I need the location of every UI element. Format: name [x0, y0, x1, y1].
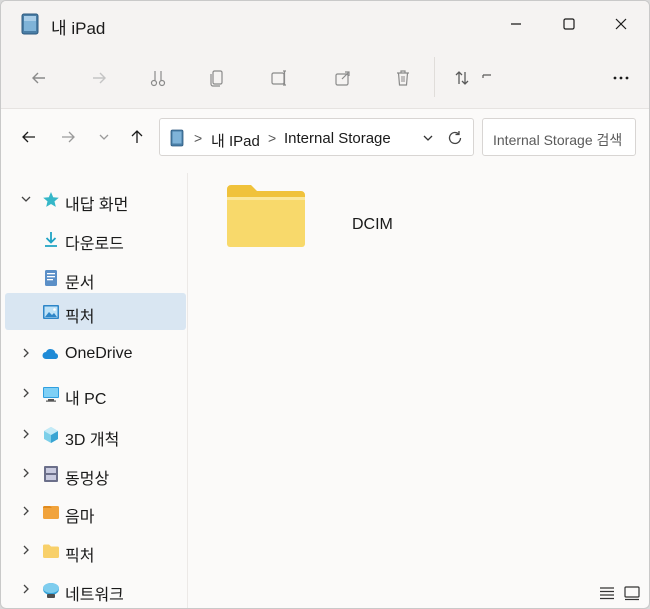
- back-button[interactable]: [21, 61, 57, 95]
- sidebar-item[interactable]: 내답 화먼: [5, 181, 186, 218]
- sidebar-item[interactable]: 동멍상: [5, 455, 186, 492]
- back-arrow-icon: [22, 131, 35, 143]
- chevron-right-icon: >: [194, 130, 203, 146]
- maximize-button[interactable]: [546, 7, 592, 41]
- view-button[interactable]: [475, 61, 499, 95]
- toolbar-separator: [434, 57, 435, 97]
- sidebar-item-label: 내답 화먼: [65, 197, 129, 214]
- document-icon: [45, 270, 57, 286]
- video-icon: [44, 466, 58, 482]
- folder-name: DCIM: [352, 216, 393, 233]
- chevron-right-icon[interactable]: [19, 386, 33, 400]
- chevron-down-icon[interactable]: [421, 131, 435, 145]
- sidebar-item-label: 동멍상: [65, 471, 110, 488]
- rename-icon: [271, 70, 286, 86]
- chevron-down-icon: [99, 134, 109, 140]
- music-icon: [43, 506, 59, 519]
- close-icon: [615, 18, 627, 30]
- more-icon: [613, 76, 629, 80]
- sidebar-item-label: 내 PC: [65, 391, 107, 408]
- sidebar-item-label: 픽처: [65, 548, 95, 565]
- folder-icon: [227, 185, 305, 247]
- cube-icon: [44, 427, 58, 443]
- breadcrumb-item[interactable]: Internal Storage: [284, 130, 391, 147]
- download-icon: [45, 232, 57, 247]
- cloud-icon: [42, 349, 59, 359]
- maximize-icon: [563, 18, 575, 30]
- sidebar-item-label: 문서: [65, 275, 95, 292]
- command-bar: [1, 47, 649, 109]
- refresh-icon[interactable]: [446, 129, 464, 147]
- sidebar-item-label: 3D 개척: [65, 432, 120, 449]
- minimize-icon: [511, 23, 521, 25]
- cut-button[interactable]: [140, 61, 176, 95]
- sidebar-item[interactable]: 내 PC: [5, 375, 186, 412]
- sidebar-item[interactable]: 3D 개척: [5, 416, 186, 453]
- nav-back-button[interactable]: [14, 123, 44, 151]
- chevron-right-icon: >: [268, 130, 277, 146]
- tablet-icon: [21, 13, 39, 35]
- breadcrumb-item[interactable]: 내 IPad: [211, 130, 260, 151]
- sidebar-item[interactable]: 픽처: [5, 293, 186, 330]
- search-input[interactable]: Internal Storage 검색: [482, 118, 636, 156]
- picture-icon: [43, 305, 59, 319]
- navigation-pane: 내답 화먼 다운로드 문서 픽처 OneDrive 내 PC 3D 개척 동멍상 음마 픽처 네트워…: [1, 173, 188, 608]
- delete-button[interactable]: [385, 61, 421, 95]
- more-options-button[interactable]: [603, 61, 639, 95]
- copy-button[interactable]: [199, 61, 235, 95]
- sidebar-item[interactable]: OneDrive: [5, 335, 186, 372]
- cut-icon: [150, 71, 166, 87]
- chevron-down-icon[interactable]: [19, 192, 33, 206]
- details-view-icon[interactable]: [597, 583, 617, 603]
- sidebar-item-label: 다운로드: [65, 236, 124, 253]
- tablet-icon: [170, 129, 184, 147]
- sidebar-item[interactable]: 문서: [5, 259, 186, 296]
- sort-icon: [455, 71, 469, 85]
- copy-icon: [210, 70, 223, 87]
- file-list: DCIM: [189, 165, 649, 581]
- close-button[interactable]: [598, 7, 644, 41]
- forward-button[interactable]: [81, 61, 117, 95]
- forward-arrow-icon: [93, 72, 106, 84]
- sidebar-item[interactable]: 음마: [5, 493, 186, 530]
- sidebar-item-label: 픽처: [65, 309, 95, 326]
- recent-locations-button[interactable]: [89, 123, 119, 151]
- delete-icon: [397, 70, 409, 86]
- title-bar: 내 iPad: [1, 1, 649, 47]
- rename-button[interactable]: [261, 61, 297, 95]
- minimize-button[interactable]: [493, 7, 539, 41]
- sidebar-item[interactable]: 픽처: [5, 532, 186, 569]
- address-bar[interactable]: > 내 IPad > Internal Storage: [159, 118, 474, 156]
- file-explorer-window: 내 iPad > 내 IPad > Internal Storage Inter…: [0, 0, 650, 609]
- chevron-right-icon[interactable]: [19, 346, 33, 360]
- share-icon: [335, 71, 350, 86]
- folder-icon: [43, 544, 59, 558]
- back-arrow-icon: [32, 72, 45, 84]
- sidebar-item-label: 음마: [65, 509, 95, 526]
- window-title: 내 iPad: [51, 19, 106, 38]
- chevron-right-icon[interactable]: [19, 427, 33, 441]
- sidebar-item[interactable]: 다운로드: [5, 220, 186, 257]
- large-icons-view-icon[interactable]: [622, 583, 642, 603]
- chevron-right-icon[interactable]: [19, 466, 33, 480]
- navigation-row: > 내 IPad > Internal Storage Internal Sto…: [1, 109, 649, 165]
- sidebar-item-label: OneDrive: [65, 345, 133, 362]
- share-button[interactable]: [325, 61, 361, 95]
- chevron-right-icon[interactable]: [19, 543, 33, 557]
- up-arrow-icon: [131, 130, 143, 143]
- view-icon: [482, 74, 491, 78]
- status-bar: [1, 577, 649, 608]
- forward-arrow-icon: [62, 131, 75, 143]
- nav-forward-button[interactable]: [53, 123, 83, 151]
- up-button[interactable]: [122, 123, 152, 151]
- pc-icon: [43, 387, 59, 402]
- folder-item[interactable]: DCIM: [221, 181, 431, 251]
- chevron-right-icon[interactable]: [19, 504, 33, 518]
- star-icon: [43, 192, 59, 207]
